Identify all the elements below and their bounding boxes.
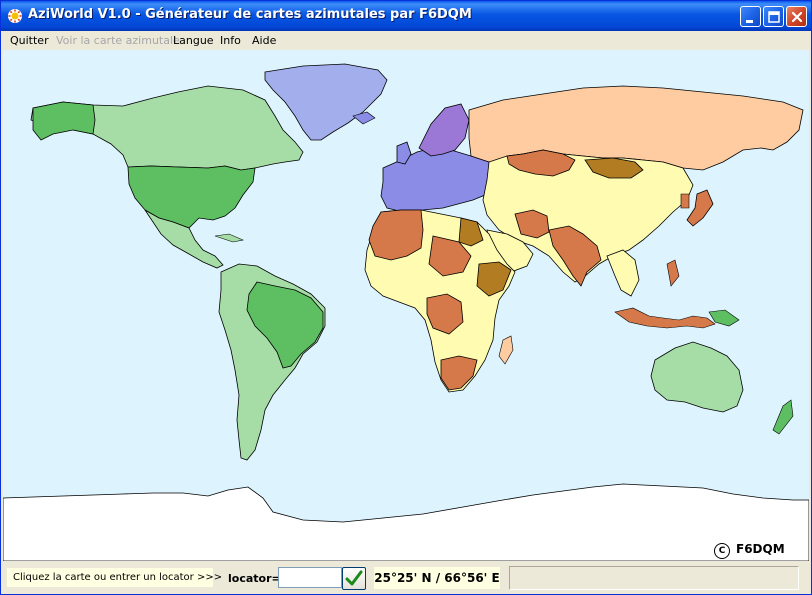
philippines: [666, 259, 680, 287]
africa-egypt: [458, 217, 484, 247]
scandinavia: [418, 103, 470, 157]
coordinates-display: 25°25' N / 66°56' E: [374, 567, 500, 589]
copyright-icon: C: [714, 543, 730, 559]
menu-langue[interactable]: Langue: [173, 34, 214, 47]
new-zealand: [772, 399, 794, 435]
copyright-author: F6DQM: [736, 542, 785, 556]
menu-info[interactable]: Info: [220, 34, 241, 47]
greenland: [264, 63, 388, 141]
world-map[interactable]: [3, 50, 809, 561]
maximize-icon: [768, 11, 780, 23]
southeast-asia: [606, 249, 640, 297]
menu-quitter[interactable]: Quitter: [10, 34, 49, 47]
hint-text: Cliquez la carte ou entrer un locator >>…: [7, 568, 222, 587]
close-icon: [791, 11, 803, 23]
validate-locator-button[interactable]: [342, 567, 366, 590]
close-button[interactable]: [786, 6, 807, 27]
app-sun-icon: [8, 9, 22, 23]
cuba: [214, 233, 245, 243]
window-title: AziWorld V1.0 - Générateur de cartes azi…: [28, 7, 472, 22]
alaska: [32, 101, 96, 141]
indonesia: [614, 307, 716, 329]
world-map-drawing: [3, 63, 809, 561]
madagascar: [498, 335, 514, 365]
status-panel: [509, 566, 799, 590]
menu-bar: Quitter Voir la carte azimutale Langue I…: [1, 31, 811, 49]
minimize-button[interactable]: [740, 6, 761, 27]
usa: [127, 165, 256, 229]
japan: [686, 189, 714, 227]
title-bar[interactable]: AziWorld V1.0 - Générateur de cartes azi…: [1, 1, 811, 31]
app-window: AziWorld V1.0 - Générateur de cartes azi…: [0, 0, 812, 595]
minimize-icon: [746, 20, 753, 23]
antarctica: [3, 483, 809, 561]
checkmark-icon: [345, 570, 363, 586]
locator-label: locator=: [228, 572, 281, 585]
menu-voir-carte-azimutale[interactable]: Voir la carte azimutale: [56, 34, 180, 47]
copyright-label: C F6DQM: [714, 542, 785, 559]
africa-south: [440, 355, 478, 391]
menu-aide[interactable]: Aide: [252, 34, 276, 47]
maximize-button[interactable]: [763, 6, 784, 27]
korea: [680, 193, 690, 209]
australia: [650, 341, 744, 413]
status-bar: Cliquez la carte ou entrer un locator >>…: [1, 563, 811, 594]
locator-input[interactable]: [278, 567, 342, 588]
